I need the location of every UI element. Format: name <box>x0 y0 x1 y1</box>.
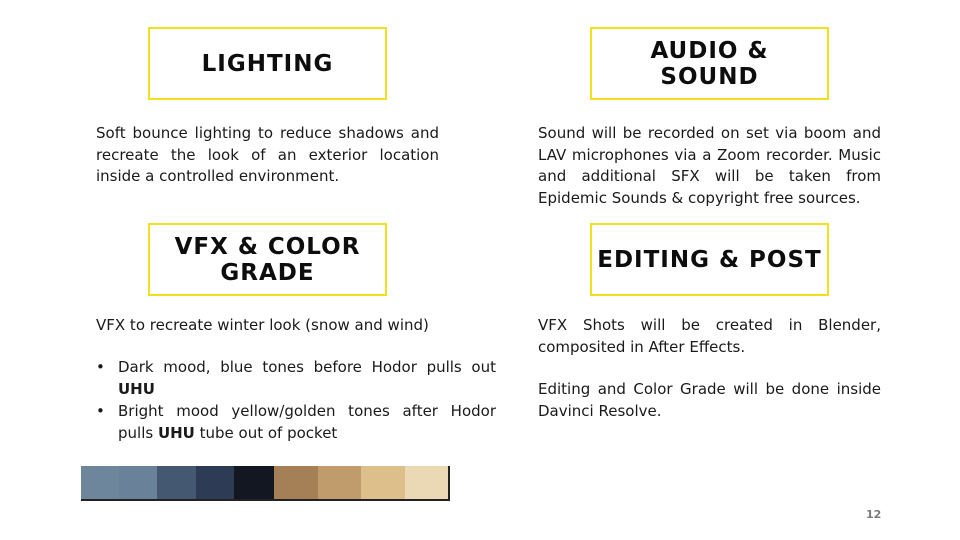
palette-swatch <box>274 466 318 499</box>
vfx-bullet-list: • Dark mood, blue tones before Hodor pul… <box>96 357 496 445</box>
palette-swatch <box>196 466 234 499</box>
bullet-text-after: tube out of pocket <box>194 423 338 442</box>
palette-swatch <box>405 466 448 499</box>
audio-title-line2: SOUND <box>660 63 759 90</box>
lighting-description: Soft bounce lighting to reduce shadows a… <box>96 124 439 185</box>
audio-description: Sound will be recorded on set via boom a… <box>538 124 881 207</box>
vfx-title-box: VFX & COLOR GRADE <box>148 223 387 296</box>
palette-swatch <box>234 466 274 499</box>
color-palette <box>81 466 450 501</box>
editing-description-2: Editing and Color Grade will be done ins… <box>538 380 881 420</box>
palette-swatch <box>318 466 361 499</box>
bullet-dot: • <box>96 402 105 420</box>
bullet-bold-text: UHU <box>118 379 155 398</box>
page-number: 12 <box>866 508 882 521</box>
palette-swatch <box>81 466 119 499</box>
editing-title: EDITING & POST <box>597 246 822 273</box>
bullet-text: Dark mood, blue tones before Hodor pulls… <box>118 358 496 376</box>
vfx-bullet-item: • Dark mood, blue tones before Hodor pul… <box>96 357 496 400</box>
palette-swatch <box>119 466 157 499</box>
vfx-title: VFX & COLOR GRADE <box>175 234 361 286</box>
bullet-dot: • <box>96 358 105 376</box>
vfx-intro: VFX to recreate winter look (snow and wi… <box>96 316 429 334</box>
vfx-bullet-item: • Bright mood yellow/golden tones after … <box>96 401 496 444</box>
lighting-title-box: LIGHTING <box>148 27 387 100</box>
audio-title-line1: AUDIO & <box>650 37 769 64</box>
palette-swatch <box>361 466 405 499</box>
vfx-title-line2: GRADE <box>220 259 315 286</box>
bullet-bold-text: UHU <box>157 423 195 442</box>
editing-description-1: VFX Shots will be created in Blender, co… <box>538 316 881 356</box>
audio-title: AUDIO & SOUND <box>650 38 768 90</box>
audio-title-box: AUDIO & SOUND <box>590 27 829 100</box>
lighting-title: LIGHTING <box>201 50 334 77</box>
vfx-title-line1: VFX & COLOR <box>174 233 361 260</box>
palette-swatch <box>157 466 196 499</box>
editing-title-box: EDITING & POST <box>590 223 829 296</box>
